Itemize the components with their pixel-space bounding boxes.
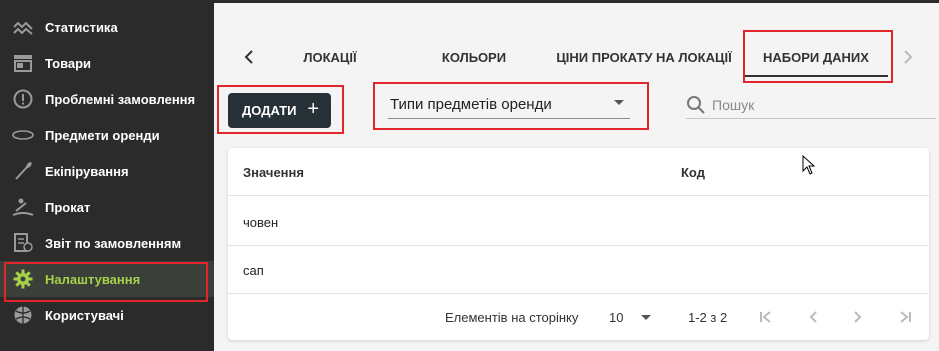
previous-page-button[interactable] <box>803 307 823 327</box>
line-chart-icon <box>12 16 34 38</box>
tabs-next-button[interactable] <box>896 35 920 79</box>
items-per-page-label: Елементів на сторінку <box>445 310 579 325</box>
last-page-icon <box>900 311 911 323</box>
paddle-icon <box>12 160 34 182</box>
tab-bar: ЛОКАЦІЇ КОЛЬОРИ ЦІНИ ПРОКАТУ НА ЛОКАЦІЇ … <box>214 35 939 79</box>
first-page-icon <box>760 311 771 323</box>
main-content: ЛОКАЦІЇ КОЛЬОРИ ЦІНИ ПРОКАТУ НА ЛОКАЦІЇ … <box>214 3 939 351</box>
search-input[interactable] <box>712 93 912 117</box>
sidebar-item-orders-report[interactable]: Звіт по замовленням <box>0 225 214 261</box>
table-row[interactable]: сап <box>228 246 929 294</box>
add-button[interactable]: ДОДАТИ + <box>228 93 331 128</box>
plus-icon: + <box>307 98 319 120</box>
column-header-value[interactable]: Значення <box>243 165 304 180</box>
alert-circle-icon <box>12 88 34 110</box>
first-page-button[interactable] <box>756 307 776 327</box>
next-page-button[interactable] <box>848 307 868 327</box>
chevron-right-icon <box>854 311 862 323</box>
sidebar-item-users[interactable]: Користувачі <box>0 297 214 333</box>
gear-icon <box>12 268 34 290</box>
cell-value: сап <box>243 263 264 278</box>
sidebar-item-rental[interactable]: Прокат <box>0 189 214 225</box>
ball-icon <box>12 304 34 326</box>
sidebar-item-rental-items[interactable]: Предмети оренди <box>0 117 214 153</box>
sidebar-item-label: Екіпірування <box>45 163 129 179</box>
chevron-left-icon <box>809 311 817 323</box>
column-header-code[interactable]: Код <box>681 165 705 180</box>
dataset-type-select[interactable]: Типи предметів оренди <box>388 91 630 119</box>
sidebar-item-products[interactable]: Товари <box>0 45 214 81</box>
sidebar: Статистика Товари Проблемні замовлення П… <box>0 0 214 351</box>
sidebar-item-label: Прокат <box>45 199 91 215</box>
tabs-prev-button[interactable] <box>237 35 261 79</box>
active-tab-indicator <box>744 75 888 77</box>
sidebar-item-problem-orders[interactable]: Проблемні замовлення <box>0 81 214 117</box>
table-header-row: Значення Код <box>228 148 929 196</box>
sidebar-item-label: Статистика <box>45 19 118 35</box>
search-field[interactable] <box>686 91 936 119</box>
chevron-right-icon <box>904 50 913 64</box>
table-row[interactable]: човен <box>228 198 929 246</box>
store-icon <box>12 52 34 74</box>
sidebar-item-label: Налаштування <box>45 271 141 287</box>
rowing-icon <box>12 196 34 218</box>
sidebar-item-label: Предмети оренди <box>45 127 160 143</box>
sidebar-item-equipment[interactable]: Екіпірування <box>0 153 214 189</box>
page-range-label: 1-2 з 2 <box>688 310 728 325</box>
data-table: Значення Код човен сап Елементів на стор… <box>228 148 929 340</box>
tab-datasets[interactable]: НАБОРИ ДАНИХ <box>744 35 888 79</box>
sidebar-item-settings[interactable]: Налаштування <box>0 261 214 297</box>
select-value: Типи предметів оренди <box>390 96 552 113</box>
items-per-page-select[interactable]: 10 <box>609 310 623 325</box>
mouse-cursor-icon <box>802 155 816 175</box>
sidebar-item-statistics[interactable]: Статистика <box>0 9 214 45</box>
sidebar-item-label: Товари <box>45 55 92 71</box>
surfboard-icon <box>12 124 34 146</box>
dropdown-arrow-icon <box>614 100 624 105</box>
last-page-button[interactable] <box>895 307 915 327</box>
cell-value: човен <box>243 215 279 230</box>
report-icon <box>12 232 34 254</box>
search-icon <box>687 96 705 114</box>
chevron-left-icon <box>244 50 253 64</box>
dropdown-arrow-icon[interactable] <box>641 315 651 320</box>
sidebar-item-label: Проблемні замовлення <box>45 91 196 107</box>
tab-rental-prices[interactable]: ЦІНИ ПРОКАТУ НА ЛОКАЦІЇ <box>552 35 736 79</box>
sidebar-item-label: Користувачі <box>45 307 124 323</box>
add-button-label: ДОДАТИ <box>242 103 297 118</box>
tab-colors[interactable]: КОЛЬОРИ <box>424 35 524 79</box>
sidebar-item-label: Звіт по замовленням <box>45 235 182 251</box>
paginator: Елементів на сторінку 10 1-2 з 2 <box>228 295 929 340</box>
tab-locations[interactable]: ЛОКАЦІЇ <box>280 35 380 79</box>
